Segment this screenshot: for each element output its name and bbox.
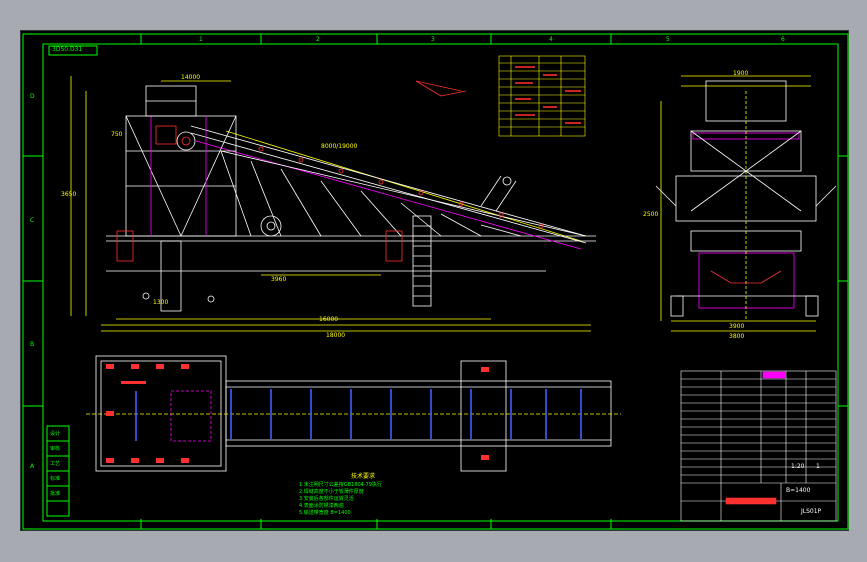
plan-view (86, 355, 621, 472)
stamp-5: 批准 (50, 491, 61, 497)
drawing-sheet: 3DS0.D31 1 2 3 4 5 6 D C B A 18000 16000… (20, 30, 849, 531)
end-elevation (655, 75, 837, 332)
notes-line-5: 5.输送带宽度 B=1400 (299, 510, 351, 516)
dim-overall-length: 18000 (326, 332, 346, 339)
notes-line-4: 4.表面涂防锈漆两遍 (299, 503, 344, 509)
title-name: B=1400 (786, 487, 811, 494)
stamp-1: 设计 (50, 431, 61, 437)
dim-end-overall: 3800 (729, 333, 745, 340)
column-label-4: 4 (549, 36, 553, 43)
column-label-5: 5 (666, 36, 670, 43)
dim-end-top: 1900 (733, 70, 749, 77)
row-label-a: A (30, 463, 35, 470)
title-scale: 1:20 (791, 463, 805, 470)
dim-end-height: 2500 (643, 211, 659, 218)
outer-border (22, 33, 849, 530)
column-label-3: 3 (431, 36, 435, 43)
row-label-b: B (30, 341, 35, 348)
dim-incline: 8000/19000 (321, 143, 358, 150)
notes-line-3: 3.安装后各部件运转灵活 (299, 496, 354, 502)
title-code: JLS01P (801, 508, 822, 515)
row-label-c: C (30, 217, 35, 224)
notes-line-1: 1.未注明尺寸公差按GB1804-79执行 (299, 482, 382, 488)
title-sheet: 1 (816, 463, 820, 470)
dim-leg: 1300 (153, 299, 169, 306)
column-label-6: 6 (781, 36, 785, 43)
dim-pulley: 750 (111, 131, 123, 138)
notes-header: 技术要求 (351, 473, 376, 480)
column-label-2: 2 (316, 36, 320, 43)
dim-length: 16000 (319, 316, 339, 323)
column-label-1: 1 (199, 36, 203, 43)
title-block (680, 370, 837, 522)
drawing-svg (22, 33, 849, 530)
corner-tag: 3DS0.D31 (52, 46, 83, 53)
dim-end-width: 3900 (729, 323, 745, 330)
row-label-d: D (30, 93, 35, 100)
parts-table (498, 55, 586, 137)
dim-span: 3960 (271, 276, 287, 283)
stamp-2: 审核 (50, 446, 61, 452)
stamp-4: 标准 (50, 476, 61, 482)
cad-viewport: 3DS0.D31 1 2 3 4 5 6 D C B A 18000 16000… (0, 0, 867, 562)
inner-border (42, 43, 839, 522)
notes-line-2: 2.焊缝高度不小于较薄件厚度 (299, 489, 364, 495)
dim-top: 14000 (181, 74, 201, 81)
dim-height: 3650 (61, 191, 77, 198)
stamp-3: 工艺 (50, 461, 61, 467)
